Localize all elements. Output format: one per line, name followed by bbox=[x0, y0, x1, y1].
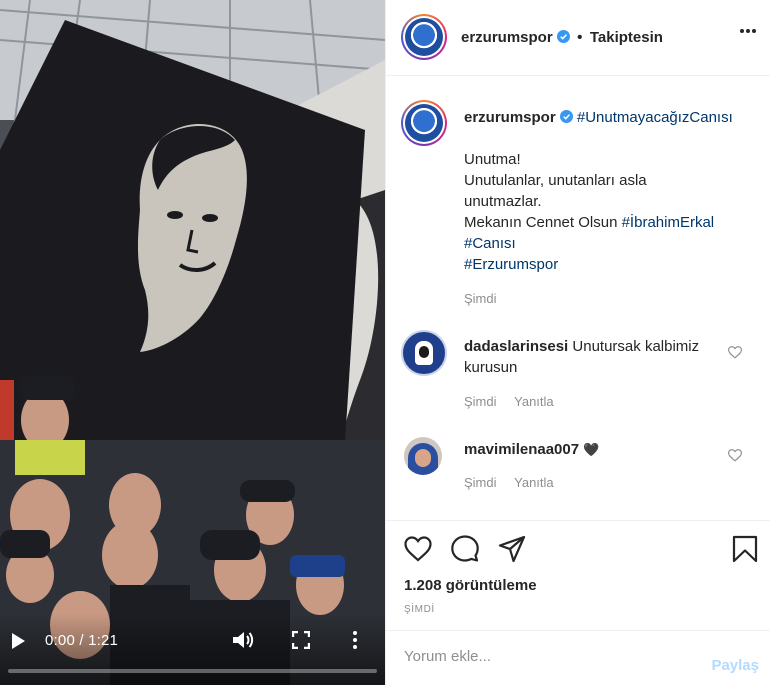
play-icon bbox=[12, 633, 25, 649]
caption-username[interactable]: erzurumspor bbox=[464, 109, 556, 126]
video-frame bbox=[0, 0, 385, 685]
comment-bar: Paylaş bbox=[386, 630, 770, 685]
post-header: erzurumspor • Takiptesin bbox=[386, 0, 770, 76]
caption-head: erzurumspor #UnutmayacağızCanısı bbox=[464, 107, 733, 128]
comment-text: kurusun bbox=[464, 359, 518, 376]
caption-avatar[interactable] bbox=[401, 100, 447, 146]
share-icon[interactable] bbox=[498, 535, 526, 563]
comment-avatar[interactable] bbox=[401, 330, 447, 376]
bookmark-icon[interactable] bbox=[731, 535, 759, 563]
view-count[interactable]: 1.208 görüntüleme bbox=[404, 577, 537, 594]
comment-time: Şimdi bbox=[464, 475, 497, 490]
header-separator: • bbox=[577, 29, 583, 46]
verified-icon bbox=[556, 30, 570, 43]
more-horizontal-icon[interactable] bbox=[739, 28, 757, 34]
volume-icon bbox=[233, 632, 254, 648]
comment-username[interactable]: dadaslarinsesi bbox=[464, 338, 568, 355]
fullscreen-button[interactable] bbox=[291, 630, 311, 650]
comment-icon[interactable] bbox=[451, 535, 479, 563]
comment-input[interactable] bbox=[404, 648, 684, 665]
caption-hashtag-link[interactable]: #İbrahimErkal bbox=[622, 214, 715, 231]
follow-status[interactable]: Takiptesin bbox=[590, 29, 663, 46]
heart-icon[interactable] bbox=[404, 535, 432, 563]
comment-meta: Şimdi Yanıtla bbox=[464, 475, 554, 490]
video-time: 0:00 / 1:21 bbox=[45, 632, 119, 649]
heart-icon[interactable] bbox=[728, 449, 742, 462]
caption-hashtag-link[interactable]: #UnutmayacağızCanısı bbox=[577, 109, 733, 126]
comment-emoji: 🖤 bbox=[583, 442, 600, 457]
caption-hashtag-link[interactable]: #Canısı bbox=[464, 233, 754, 254]
comment-avatar[interactable] bbox=[404, 437, 442, 475]
comment-time: Şimdi bbox=[464, 394, 497, 409]
comment-text: Unutursak kalbimiz bbox=[572, 338, 700, 355]
avatar[interactable] bbox=[401, 14, 447, 60]
caption-hashtag-link[interactable]: #Erzurumspor bbox=[464, 254, 754, 275]
video-controls bbox=[0, 613, 385, 685]
fullscreen-icon bbox=[291, 630, 311, 650]
play-button[interactable] bbox=[9, 632, 27, 650]
comment-item: dadaslarinsesi Unutursak kalbimiz kurusu… bbox=[464, 336, 734, 378]
video-progress-bar[interactable] bbox=[8, 669, 377, 673]
reply-button[interactable]: Yanıtla bbox=[514, 394, 554, 409]
caption-time: Şimdi bbox=[464, 291, 497, 306]
caption-body: Unutma! Unutulanlar, unutanları asla unu… bbox=[464, 149, 754, 275]
caption-line-text: Mekanın Cennet Olsun bbox=[464, 214, 622, 231]
post-comment-button[interactable]: Paylaş bbox=[711, 657, 759, 674]
reply-button[interactable]: Yanıtla bbox=[514, 475, 554, 490]
comment-meta: Şimdi Yanıtla bbox=[464, 394, 554, 409]
caption-line: unutmazlar. bbox=[464, 193, 542, 210]
post-date: ŞİMDİ bbox=[404, 604, 435, 615]
heart-icon[interactable] bbox=[728, 346, 742, 359]
caption-line: Unutulanlar, unutanları asla bbox=[464, 172, 647, 189]
comment-username[interactable]: mavimilenaa007 bbox=[464, 441, 579, 458]
more-vertical-icon bbox=[353, 631, 357, 649]
video-player[interactable]: 0:00 / 1:21 bbox=[0, 0, 385, 685]
caption-line: Unutma! bbox=[464, 151, 521, 168]
action-bar bbox=[386, 520, 770, 630]
header-username[interactable]: erzurumspor bbox=[461, 29, 553, 46]
verified-icon bbox=[559, 110, 573, 123]
post-panel: erzurumspor • Takiptesin erzurumspor #Un… bbox=[385, 0, 770, 685]
comment-item: mavimilenaa007 🖤 bbox=[464, 439, 599, 460]
volume-button[interactable] bbox=[232, 630, 254, 650]
caption-line: Mekanın Cennet Olsun #İbrahimErkal bbox=[464, 212, 754, 233]
video-more-button[interactable] bbox=[350, 630, 360, 650]
